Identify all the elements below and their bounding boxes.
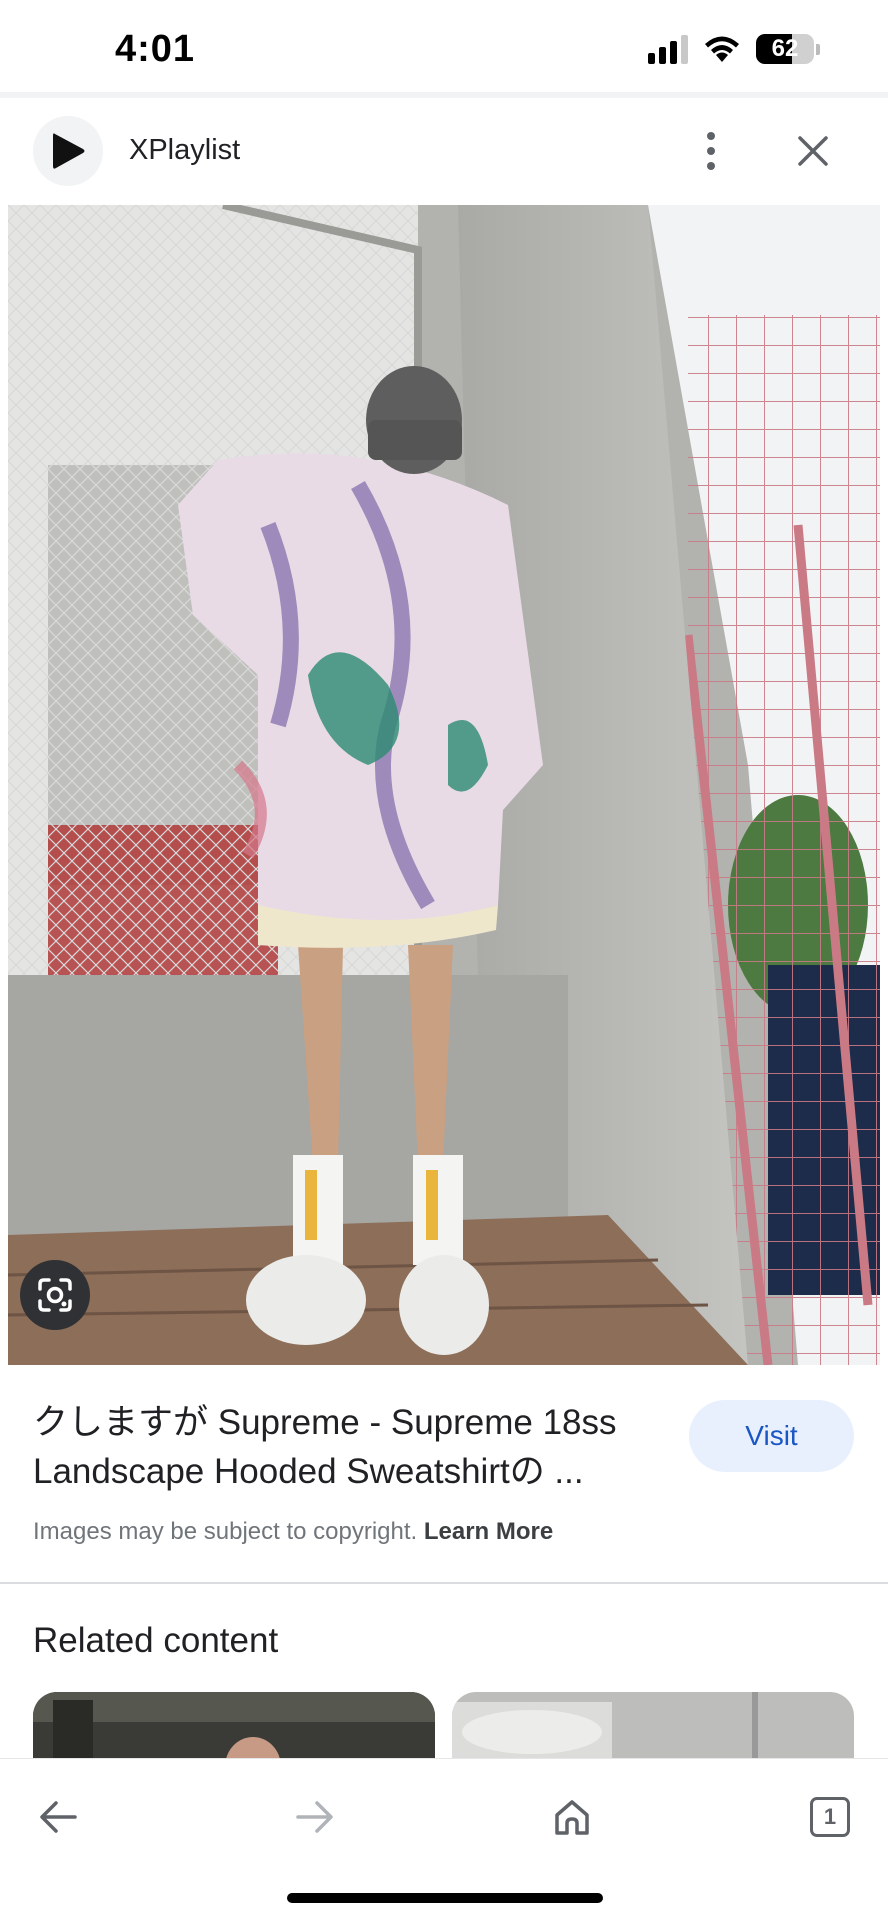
google-lens-button[interactable] [20, 1260, 90, 1330]
related-content-heading: Related content [33, 1621, 279, 1660]
status-icons: 62 [648, 34, 820, 64]
close-icon [798, 136, 828, 166]
home-icon [555, 1800, 589, 1835]
result-title[interactable]: クしますが Supreme - Supreme 18ss Landscape H… [33, 1398, 673, 1496]
more-vert-icon[interactable] [688, 122, 734, 180]
copyright-text: Images may be subject to copyright. [33, 1518, 418, 1545]
photo-illustration [8, 205, 880, 1365]
close-button[interactable] [788, 126, 838, 176]
source-logo[interactable] [33, 116, 103, 186]
forward-button[interactable] [275, 1777, 355, 1857]
section-divider [0, 1582, 888, 1584]
status-bar: 4:01 62 [0, 0, 888, 92]
battery-icon: 62 [756, 34, 814, 64]
tab-count: 1 [823, 1804, 837, 1829]
tabs-icon: 1 [810, 1797, 850, 1837]
learn-more-link[interactable]: Learn More [424, 1518, 553, 1545]
play-logo-icon [53, 133, 85, 169]
back-button[interactable] [18, 1777, 98, 1857]
home-button[interactable] [532, 1777, 612, 1857]
source-name[interactable]: XPlaylist [129, 134, 240, 167]
back-arrow-icon [40, 1801, 77, 1833]
forward-arrow-icon [296, 1801, 333, 1833]
copyright-notice: Images may be subject to copyright. Lear… [33, 1518, 553, 1546]
cellular-signal-icon [648, 34, 688, 64]
battery-tip [816, 43, 820, 55]
tabs-button[interactable]: 1 [790, 1777, 870, 1857]
result-image[interactable] [8, 205, 880, 1365]
home-indicator[interactable] [287, 1893, 603, 1903]
visit-button[interactable]: Visit [689, 1400, 854, 1472]
wifi-icon [705, 36, 739, 62]
viewer-header: XPlaylist [0, 98, 888, 204]
status-time: 4:01 [115, 28, 196, 70]
battery-level: 62 [771, 35, 799, 62]
google-lens-icon [38, 1278, 72, 1312]
